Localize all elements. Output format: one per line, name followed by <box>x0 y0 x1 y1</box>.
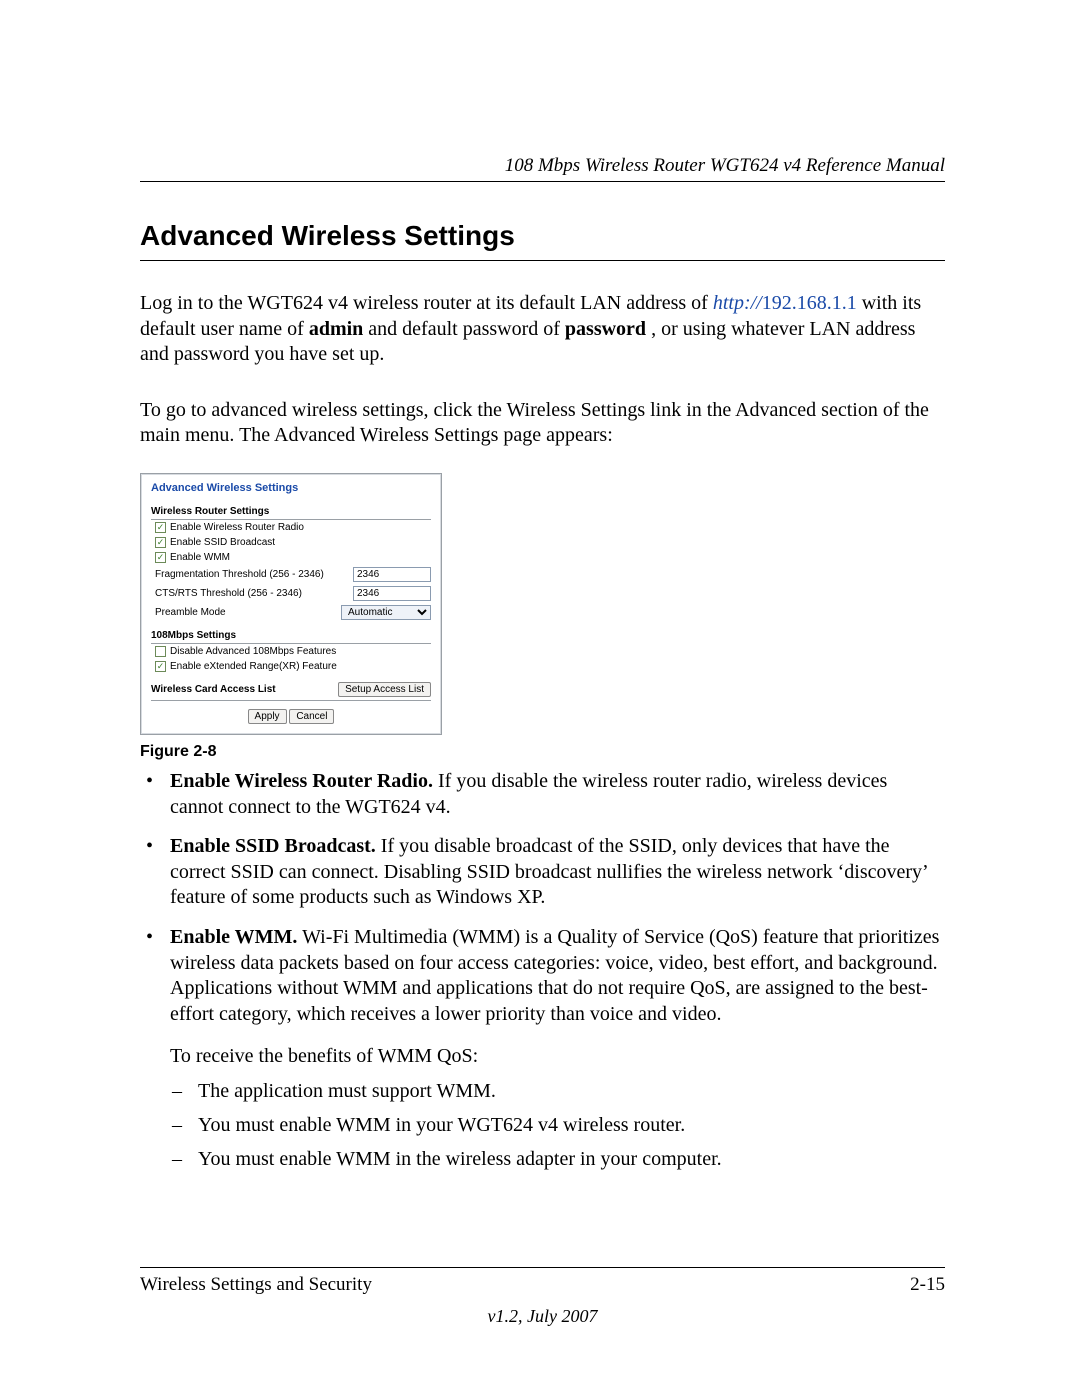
bullet-title: Enable SSID Broadcast. <box>170 835 376 857</box>
group-108mbps-settings: 108Mbps Settings <box>151 630 431 644</box>
page-footer: Wireless Settings and Security 2-15 v1.2… <box>140 1267 945 1327</box>
row-enable-xr: ✓ Enable eXtended Range(XR) Feature <box>151 659 431 674</box>
list-item: The application must support WMM. <box>170 1077 945 1105</box>
footer-left: Wireless Settings and Security <box>140 1274 372 1296</box>
checkbox-enable-xr[interactable]: ✓ <box>155 661 166 672</box>
default-lan-host[interactable]: 192.168.1.1 <box>762 292 857 314</box>
cancel-button[interactable]: Cancel <box>289 709 334 724</box>
group-wireless-router-settings: Wireless Router Settings <box>151 506 431 520</box>
row-preamble-mode: Preamble Mode Automatic <box>151 603 431 622</box>
row-cts-rts-threshold: CTS/RTS Threshold (256 - 2346) <box>151 584 431 603</box>
section-title: Advanced Wireless Settings <box>140 220 945 261</box>
footer-page-number: 2-15 <box>910 1274 945 1296</box>
field-label: Preamble Mode <box>155 607 335 618</box>
list-item: You must enable WMM in the wireless adap… <box>170 1145 945 1173</box>
wmm-requirements-list: The application must support WMM. You mu… <box>170 1077 945 1173</box>
wmm-subpara: To receive the benefits of WMM QoS: <box>170 1043 945 1069</box>
checkbox-label: Enable eXtended Range(XR) Feature <box>170 661 337 672</box>
intro-paragraph-1: Log in to the WGT624 v4 wireless router … <box>140 291 945 368</box>
figure-caption: Figure 2-8 <box>140 743 945 761</box>
row-disable-108: Disable Advanced 108Mbps Features <box>151 644 431 659</box>
checkbox-label: Enable WMM <box>170 552 230 563</box>
cts-rts-threshold-input[interactable] <box>353 586 431 601</box>
footer-rule <box>140 1267 945 1268</box>
list-item: You must enable WMM in your WGT624 v4 wi… <box>170 1111 945 1139</box>
checkbox-disable-108[interactable] <box>155 646 166 657</box>
bullet-title: Enable Wireless Router Radio. <box>170 770 433 792</box>
preamble-mode-select[interactable]: Automatic <box>341 605 431 620</box>
field-label: CTS/RTS Threshold (256 - 2346) <box>155 588 347 599</box>
checkbox-enable-wmm[interactable]: ✓ <box>155 552 166 563</box>
default-lan-link[interactable]: http:// <box>713 292 762 314</box>
panel-button-row: Apply Cancel <box>151 709 431 724</box>
bullet-enable-ssid: Enable SSID Broadcast. If you disable br… <box>140 834 945 911</box>
bullet-enable-wmm: Enable WMM. Wi-Fi Multimedia (WMM) is a … <box>140 925 945 1173</box>
checkbox-label: Disable Advanced 108Mbps Features <box>170 646 336 657</box>
text: and default password of <box>368 318 565 340</box>
checkbox-label: Enable SSID Broadcast <box>170 537 275 548</box>
access-list-label: Wireless Card Access List <box>151 684 338 695</box>
checkbox-label: Enable Wireless Router Radio <box>170 522 304 533</box>
feature-bullet-list: Enable Wireless Router Radio. If you dis… <box>140 769 945 1173</box>
text: Log in to the WGT624 v4 wireless router … <box>140 292 713 314</box>
bullet-title: Enable WMM. <box>170 926 297 948</box>
checkbox-enable-ssid[interactable]: ✓ <box>155 537 166 548</box>
router-settings-panel: Advanced Wireless Settings Wireless Rout… <box>140 473 442 735</box>
checkbox-enable-radio[interactable]: ✓ <box>155 522 166 533</box>
bullet-enable-radio: Enable Wireless Router Radio. If you dis… <box>140 769 945 820</box>
document-page: 108 Mbps Wireless Router WGT624 v4 Refer… <box>0 0 1080 1397</box>
default-password: password <box>565 318 646 340</box>
intro-paragraph-2: To go to advanced wireless settings, cli… <box>140 398 945 449</box>
link-scheme: http:// <box>713 292 762 314</box>
row-enable-radio: ✓ Enable Wireless Router Radio <box>151 520 431 535</box>
default-username: admin <box>309 318 363 340</box>
running-header: 108 Mbps Wireless Router WGT624 v4 Refer… <box>140 155 945 182</box>
setup-access-list-button[interactable]: Setup Access List <box>338 682 431 697</box>
apply-button[interactable]: Apply <box>248 709 287 724</box>
footer-version: v1.2, July 2007 <box>140 1306 945 1327</box>
row-enable-wmm: ✓ Enable WMM <box>151 550 431 565</box>
fragmentation-threshold-input[interactable] <box>353 567 431 582</box>
row-wireless-card-access-list: Wireless Card Access List Setup Access L… <box>151 682 431 701</box>
panel-title: Advanced Wireless Settings <box>151 482 431 494</box>
field-label: Fragmentation Threshold (256 - 2346) <box>155 569 347 580</box>
row-fragmentation-threshold: Fragmentation Threshold (256 - 2346) <box>151 565 431 584</box>
row-enable-ssid: ✓ Enable SSID Broadcast <box>151 535 431 550</box>
